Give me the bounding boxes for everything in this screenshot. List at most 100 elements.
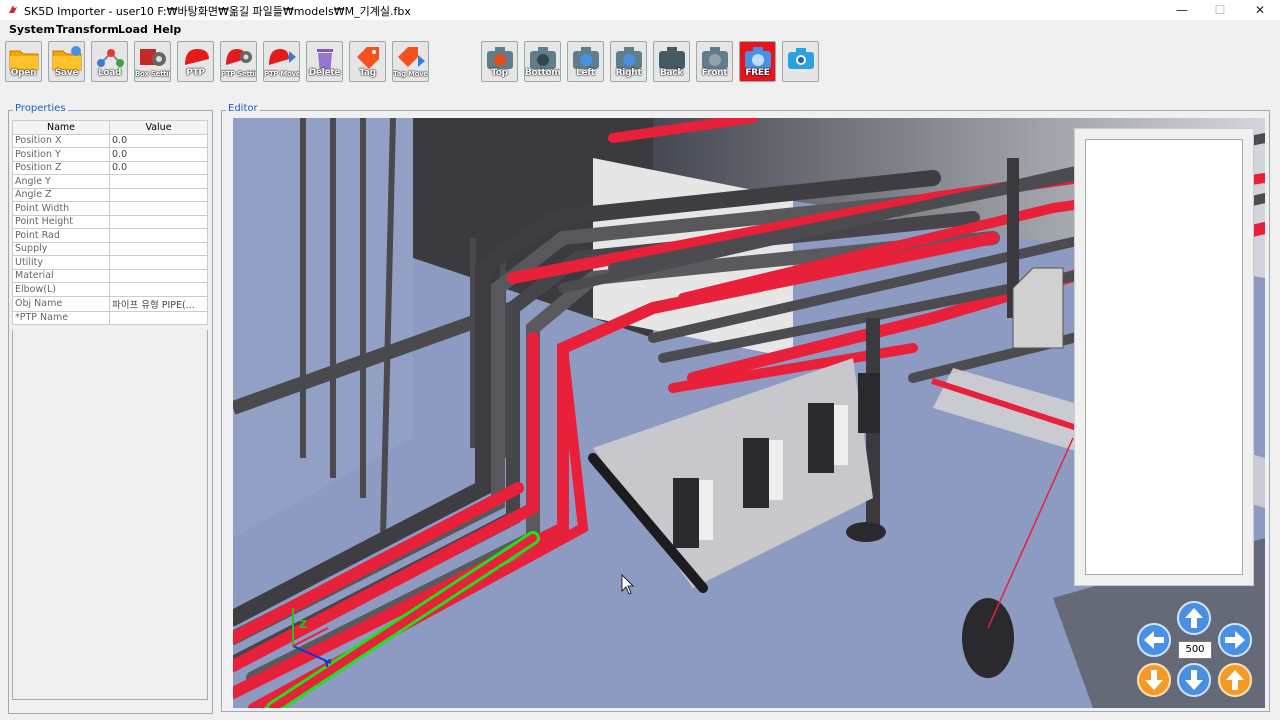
view-free-button[interactable]: FREE (739, 41, 776, 82)
column-header-name: Name (12, 120, 110, 135)
tag-label: Tag (359, 68, 376, 78)
app-icon (9, 5, 17, 13)
view-bottom-label: Bottom (525, 68, 561, 78)
prop-value[interactable]: 0.0 (109, 133, 208, 148)
editor-title: Editor (226, 103, 260, 114)
properties-empty-area (12, 330, 208, 700)
properties-table: Name Value Position X 0.0 Position Y 0.0 P… (12, 120, 208, 325)
window-title: SK5D Importer - user10 F:₩바탕화면₩옮길 파일들₩mo… (24, 5, 411, 18)
table-row[interactable]: Utility (12, 255, 208, 270)
delete-button[interactable]: Delete (306, 41, 343, 82)
open-button[interactable]: Open (5, 41, 42, 82)
view-top-button[interactable]: Top (481, 41, 518, 82)
menu-bar: System Transform Load Help (0, 21, 1280, 39)
menu-load[interactable]: Load (118, 23, 148, 36)
table-row[interactable]: Point Height (12, 214, 208, 229)
minimize-button[interactable]: — (1162, 0, 1202, 20)
view-left-button[interactable]: Left (567, 41, 604, 82)
open-label: Open (10, 68, 37, 78)
menu-help[interactable]: Help (153, 23, 181, 36)
ptp-button[interactable]: PTP (177, 41, 214, 82)
prop-value[interactable] (109, 187, 208, 202)
ptp-setting-button[interactable]: PTP Setting (220, 41, 257, 82)
ptp-setting-label: PTP Setting (221, 70, 256, 78)
editor-side-list[interactable] (1085, 139, 1243, 575)
prop-name: Position Z (12, 160, 110, 175)
prop-value[interactable] (109, 282, 208, 297)
nav-down-orange-button[interactable] (1137, 663, 1171, 697)
prop-name: Point Width (12, 201, 110, 216)
table-row[interactable]: Position X 0.0 (12, 133, 208, 148)
zoom-step-field[interactable]: 500 (1178, 641, 1212, 659)
arrow-right-icon (1218, 623, 1252, 657)
close-button[interactable]: ✕ (1240, 0, 1280, 20)
tag-move-label: Tag Move (393, 70, 428, 78)
table-row[interactable]: Supply (12, 241, 208, 256)
menu-system[interactable]: System (9, 23, 55, 36)
nav-left-button[interactable] (1137, 623, 1171, 657)
menu-transform[interactable]: Transform (56, 23, 119, 36)
prop-value[interactable] (109, 214, 208, 229)
view-front-label: Front (701, 68, 728, 78)
box-setting-button[interactable]: Box Setting (134, 41, 171, 82)
save-label: Save (54, 68, 79, 78)
table-row[interactable]: Position Z 0.0 (12, 160, 208, 175)
view-right-button[interactable]: Right (610, 41, 647, 82)
save-button[interactable]: Save (48, 41, 85, 82)
view-right-label: Right (615, 68, 642, 78)
view-bottom-button[interactable]: Bottom (524, 41, 561, 82)
prop-name: Obj Name (12, 295, 110, 312)
prop-value[interactable] (109, 201, 208, 216)
prop-value[interactable]: 0.0 (109, 147, 208, 162)
prop-value[interactable] (109, 268, 208, 283)
prop-name: Angle Z (12, 187, 110, 202)
table-row[interactable]: Obj Name 파이프 유형 PIPE(... (12, 295, 208, 312)
arrow-down-orange-icon (1137, 663, 1171, 697)
prop-name: Point Rad (12, 228, 110, 243)
editor-side-panel (1074, 128, 1254, 586)
table-row[interactable]: Position Y 0.0 (12, 147, 208, 162)
axis-label-z: Z (299, 618, 307, 631)
delete-label: Delete (308, 68, 341, 78)
arrow-down-icon (1177, 663, 1211, 697)
load-button[interactable]: Load (91, 41, 128, 82)
tag-button[interactable]: Tag (349, 41, 386, 82)
table-row[interactable]: Point Rad (12, 228, 208, 243)
table-row[interactable]: *PTP Name (12, 310, 208, 325)
screenshot-button[interactable] (782, 41, 819, 82)
prop-value[interactable] (109, 255, 208, 270)
prop-value[interactable] (109, 174, 208, 189)
prop-value[interactable]: 0.0 (109, 160, 208, 175)
view-front-button[interactable]: Front (696, 41, 733, 82)
title-bar: SK5D Importer - user10 F:₩바탕화면₩옮길 파일들₩mo… (0, 0, 1280, 20)
prop-name: Position X (12, 133, 110, 148)
arrow-left-icon (1137, 623, 1171, 657)
nav-down-button[interactable] (1177, 663, 1211, 697)
prop-name: Point Height (12, 214, 110, 229)
table-row[interactable]: Elbow(L) (12, 282, 208, 297)
prop-value[interactable] (109, 310, 208, 325)
nav-up-orange-button[interactable] (1218, 663, 1252, 697)
table-row[interactable]: Material (12, 268, 208, 283)
view-back-button[interactable]: Back (653, 41, 690, 82)
column-header-value: Value (109, 120, 208, 135)
table-row[interactable]: Angle Z (12, 187, 208, 202)
prop-value[interactable]: 파이프 유형 PIPE(... (109, 295, 208, 312)
prop-name: Angle Y (12, 174, 110, 189)
prop-value[interactable] (109, 228, 208, 243)
properties-title: Properties (13, 103, 68, 114)
table-row[interactable]: Point Width (12, 201, 208, 216)
tag-move-button[interactable]: Tag Move (392, 41, 429, 82)
arrow-up-orange-icon (1218, 663, 1252, 697)
prop-name: Utility (12, 255, 110, 270)
nav-up-button[interactable] (1177, 601, 1211, 635)
table-row[interactable]: Angle Y (12, 174, 208, 189)
prop-name: Supply (12, 241, 110, 256)
ptp-move-button[interactable]: PTP Move (263, 41, 300, 82)
axis-label-y: Y (322, 657, 332, 670)
ptp-move-label: PTP Move (264, 70, 300, 78)
nav-right-button[interactable] (1218, 623, 1252, 657)
prop-value[interactable] (109, 241, 208, 256)
prop-name: *PTP Name (12, 310, 110, 325)
maximize-button[interactable]: ☐ (1200, 0, 1240, 20)
